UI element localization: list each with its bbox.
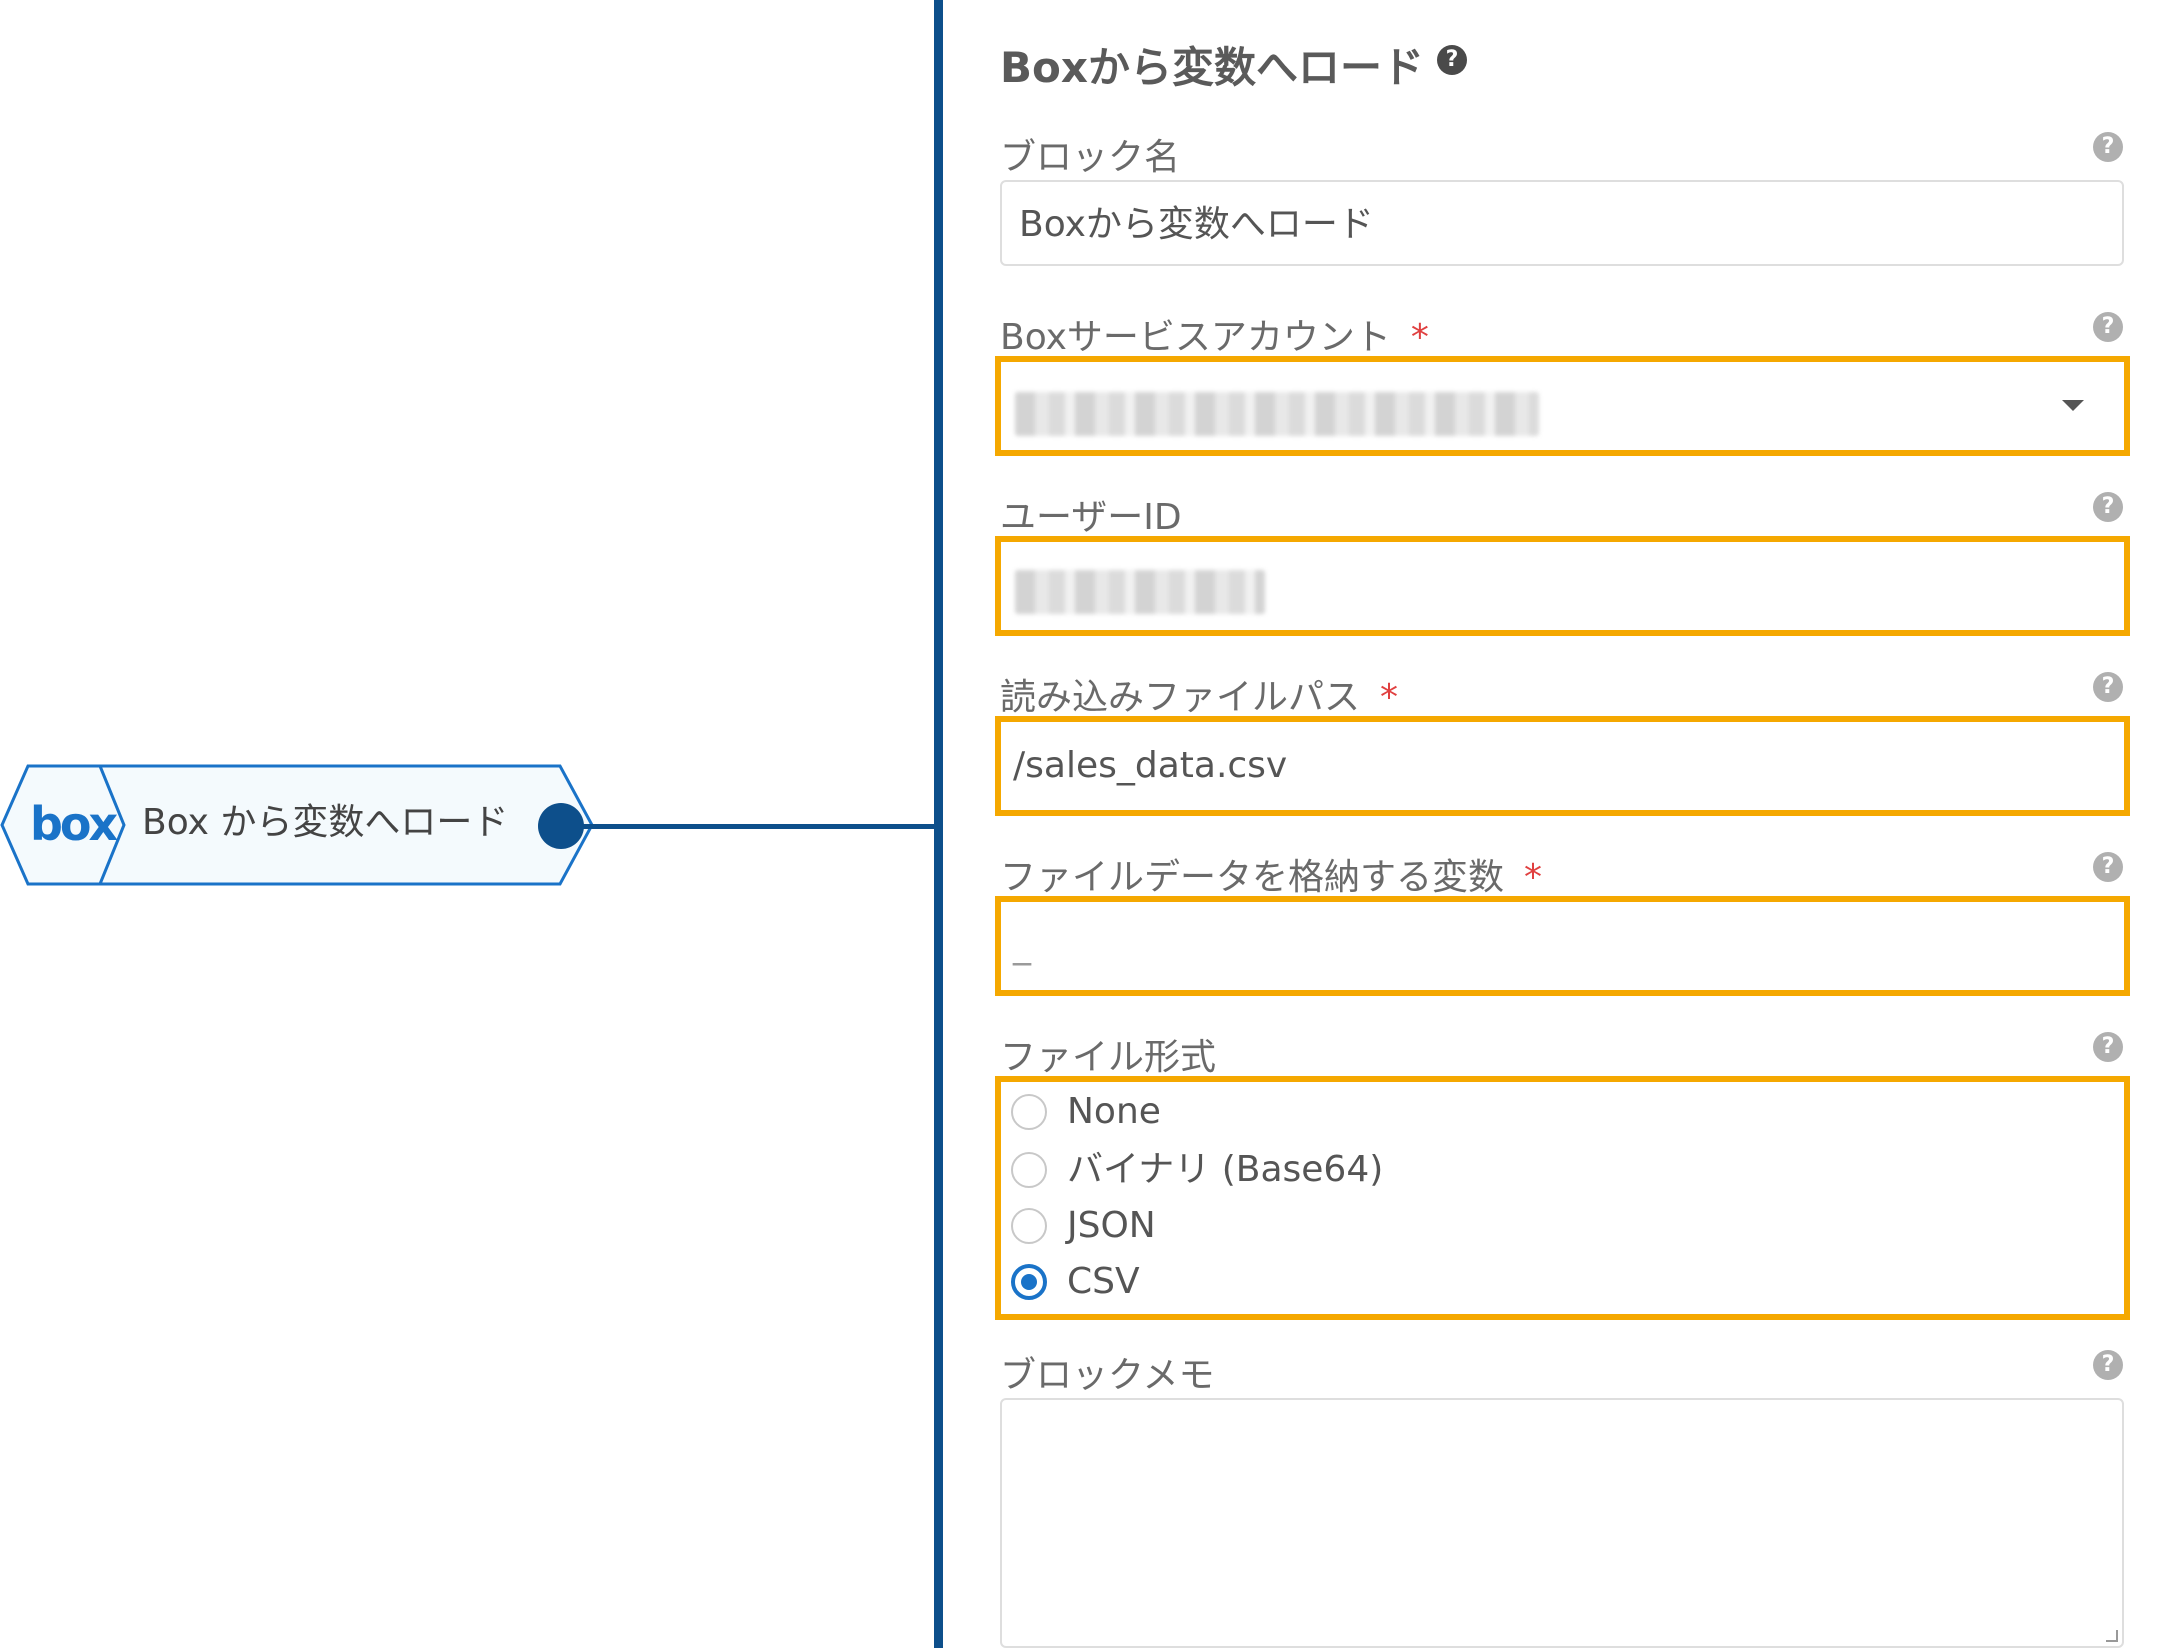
block-memo-help-icon[interactable]: ?	[2093, 1350, 2123, 1380]
panel-divider[interactable]	[934, 0, 943, 1648]
user-id-label: ユーザーID	[1000, 497, 1182, 538]
panel-title: Boxから変数へロード	[1000, 34, 1424, 95]
panel-title-text: Boxから変数へロード	[1000, 43, 1424, 92]
file-path-help-icon[interactable]: ?	[2093, 672, 2123, 702]
block-name-label: ブロック名	[1000, 137, 1181, 178]
data-variable-value: _	[1013, 925, 1031, 966]
flow-canvas[interactable]: box Box から変数へロード	[0, 0, 936, 1648]
radio-none[interactable]	[1011, 1094, 1047, 1130]
file-format-label: ファイル形式	[1000, 1037, 1217, 1078]
block-node-label: Box から変数へロード	[142, 802, 509, 843]
data-variable-input[interactable]: _	[995, 896, 2130, 996]
data-variable-label: ファイルデータを格納する変数 *	[1000, 857, 1543, 898]
file-path-value: /sales_data.csv	[1013, 745, 1288, 786]
required-mark: *	[1380, 677, 1399, 718]
file-format-help-icon[interactable]: ?	[2093, 1032, 2123, 1062]
user-id-input[interactable]	[995, 536, 2130, 636]
radio-csv-selected[interactable]	[1011, 1264, 1047, 1300]
resize-handle-icon[interactable]	[2106, 1630, 2118, 1642]
radio-label-csv: CSV	[1067, 1261, 1140, 1302]
data-variable-help-icon[interactable]: ?	[2093, 852, 2123, 882]
user-id-help-icon[interactable]: ?	[2093, 492, 2123, 522]
help-icon[interactable]: ?	[1437, 45, 1467, 75]
chevron-down-icon[interactable]	[2062, 400, 2084, 411]
radio-binary[interactable]	[1011, 1152, 1047, 1188]
block-name-value: Boxから変数へロード	[1019, 204, 1374, 245]
required-mark: *	[1524, 857, 1543, 898]
radio-label-none: None	[1067, 1091, 1161, 1132]
box-logo-icon: box	[30, 797, 118, 851]
box-load-block-node[interactable]: box Box から変数へロード	[0, 764, 600, 886]
radio-label-json: JSON	[1067, 1205, 1156, 1246]
block-output-port[interactable]	[538, 803, 584, 849]
service-account-label: Boxサービスアカウント *	[1000, 317, 1429, 358]
file-path-label: 読み込みファイルパス *	[1000, 677, 1399, 718]
obscured-user-id-value	[1015, 570, 1265, 614]
block-name-help-icon[interactable]: ?	[2093, 132, 2123, 162]
file-path-input[interactable]: /sales_data.csv	[995, 716, 2130, 816]
obscured-account-value	[1015, 392, 1539, 436]
radio-label-binary: バイナリ (Base64)	[1067, 1149, 1384, 1190]
flow-connector	[580, 824, 936, 829]
service-account-help-icon[interactable]: ?	[2093, 312, 2123, 342]
required-mark: *	[1410, 317, 1429, 358]
block-name-input[interactable]: Boxから変数へロード	[1000, 180, 2124, 266]
block-memo-textarea[interactable]	[1000, 1398, 2124, 1648]
block-memo-label: ブロックメモ	[1000, 1355, 1215, 1396]
properties-panel: Boxから変数へロード ? ブロック名 ? Boxから変数へロード Boxサービ…	[943, 0, 2161, 1648]
file-format-radio-group: None バイナリ (Base64) JSON CSV	[995, 1076, 2130, 1320]
radio-json[interactable]	[1011, 1208, 1047, 1244]
service-account-select[interactable]	[995, 356, 2130, 456]
